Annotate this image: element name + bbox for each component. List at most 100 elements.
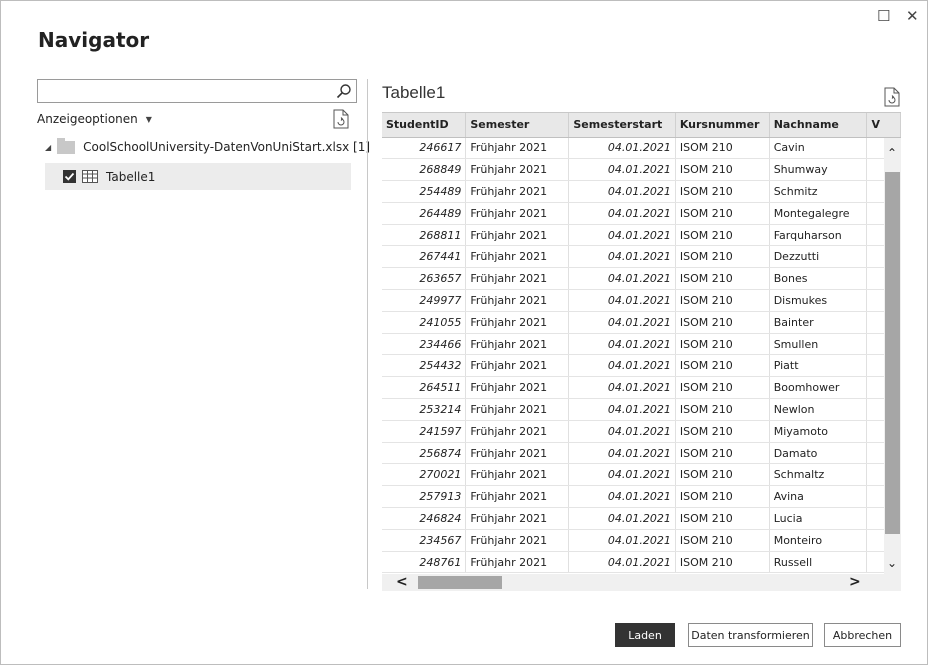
table-row: 270021 Frühjahr 2021 04.01.2021 ISOM 210 Sch… (382, 463, 901, 487)
search-icon[interactable] (336, 83, 352, 99)
scroll-up-icon[interactable]: ⌃ (887, 146, 897, 160)
table-cell: Miyamoto (769, 420, 868, 443)
table-row: 257913 Frühjahr 2021 04.01.2021 ISOM 210 Avi… (382, 485, 901, 509)
vertical-scroll-thumb[interactable] (885, 172, 900, 534)
table-cell: 249977 (382, 289, 467, 312)
table-row: 263657 Frühjahr 2021 04.01.2021 ISOM 210 Bon… (382, 267, 901, 291)
cancel-button[interactable]: Abbrechen (824, 623, 901, 647)
table-cell: Monteiro (769, 529, 868, 552)
scroll-left-icon[interactable]: < (396, 574, 408, 590)
table-row: 246824 Frühjahr 2021 04.01.2021 ISOM 210 Luc… (382, 507, 901, 530)
table-row: 234466 Frühjahr 2021 04.01.2021 ISOM 210 Smu… (382, 333, 901, 356)
table-cell: ISOM 210 (675, 245, 770, 269)
table-cell: Smullen (769, 333, 868, 356)
preview-table: StudentID Semester Semesterstart Kursnum… (382, 112, 901, 592)
table-cell: 246824 (382, 507, 467, 530)
table-cell: 270021 (382, 463, 467, 487)
scroll-right-icon[interactable]: > (849, 574, 861, 590)
vertical-scrollbar[interactable]: ⌃ ⌄ (884, 138, 901, 574)
table-cell: Frühjahr 2021 (465, 333, 570, 356)
table-cell: Frühjahr 2021 (465, 420, 570, 443)
table-cell: Shumway (769, 158, 868, 182)
table-cell: ISOM 210 (675, 289, 770, 312)
table-cell: Montegalegre (769, 202, 868, 225)
transform-data-button[interactable]: Daten transformieren (688, 623, 813, 647)
table-cell: ISOM 210 (675, 267, 770, 291)
table-cell: Farquharson (769, 224, 868, 247)
table-cell: Frühjahr 2021 (465, 398, 570, 421)
table-cell: ISOM 210 (675, 398, 770, 421)
table-cell: 04.01.2021 (568, 463, 676, 487)
table-cell: Frühjahr 2021 (465, 180, 570, 203)
tree-file-node[interactable]: ◢ CoolSchoolUniversity-DatenVonUniStart.… (45, 137, 370, 154)
table-row: 246617 Frühjahr 2021 04.01.2021 ISOM 210 Cav… (382, 137, 901, 160)
pane-divider[interactable] (367, 79, 368, 589)
table-row: 234567 Frühjahr 2021 04.01.2021 ISOM 210 Mon… (382, 529, 901, 552)
table-cell: 04.01.2021 (568, 529, 676, 552)
horizontal-scrollbar[interactable]: < > (382, 574, 901, 591)
table-cell: Frühjahr 2021 (465, 202, 570, 225)
table-cell: Frühjahr 2021 (465, 224, 570, 247)
maximize-button[interactable]: ☐ (877, 7, 890, 25)
table-row: 268811 Frühjahr 2021 04.01.2021 ISOM 210 Far… (382, 224, 901, 247)
table-cell: 246617 (382, 137, 467, 160)
search-input[interactable] (37, 79, 357, 103)
table-row: 268849 Frühjahr 2021 04.01.2021 ISOM 210 Shu… (382, 158, 901, 182)
table-cell: Bones (769, 267, 868, 291)
table-cell: 268811 (382, 224, 467, 247)
table-cell: Frühjahr 2021 (465, 551, 570, 574)
table-row: 267441 Frühjahr 2021 04.01.2021 ISOM 210 Dez… (382, 245, 901, 269)
table-cell: Cavin (769, 137, 868, 160)
table-cell: 04.01.2021 (568, 485, 676, 509)
table-cell: Frühjahr 2021 (465, 267, 570, 291)
table-cell: 04.01.2021 (568, 137, 676, 160)
table-cell: 04.01.2021 (568, 202, 676, 225)
table-cell: ISOM 210 (675, 551, 770, 574)
table-cell: Damato (769, 442, 868, 465)
table-cell: Avina (769, 485, 868, 509)
table-cell: 254489 (382, 180, 467, 203)
horizontal-scroll-thumb[interactable] (418, 576, 502, 589)
table-cell: Frühjahr 2021 (465, 485, 570, 509)
table-cell: Frühjahr 2021 (465, 529, 570, 552)
table-cell: ISOM 210 (675, 158, 770, 182)
load-button[interactable]: Laden (615, 623, 675, 647)
table-cell: ISOM 210 (675, 485, 770, 509)
table-cell: Frühjahr 2021 (465, 289, 570, 312)
table-cell: Frühjahr 2021 (465, 245, 570, 269)
table-cell: Dezzutti (769, 245, 868, 269)
column-header: V (866, 113, 901, 138)
table-cell: 04.01.2021 (568, 354, 676, 378)
table-cell: ISOM 210 (675, 137, 770, 160)
table-cell: Frühjahr 2021 (465, 376, 570, 400)
chevron-down-icon: ▼ (145, 114, 152, 124)
refresh-icon[interactable] (332, 109, 350, 129)
table-cell: 04.01.2021 (568, 333, 676, 356)
tree-item-tabelle1[interactable]: Tabelle1 (45, 163, 351, 190)
preview-title: Tabelle1 (382, 83, 446, 102)
table-cell: 234466 (382, 333, 467, 356)
dialog-title: Navigator (38, 28, 150, 52)
table-cell: 234567 (382, 529, 467, 552)
table-cell: 04.01.2021 (568, 398, 676, 421)
table-header-row: StudentID Semester Semesterstart Kursnum… (382, 113, 901, 138)
table-cell: ISOM 210 (675, 376, 770, 400)
table-cell: Russell (769, 551, 868, 574)
scroll-down-icon[interactable]: ⌄ (887, 556, 897, 570)
expand-triangle-icon[interactable]: ◢ (45, 143, 51, 152)
table-cell: 04.01.2021 (568, 442, 676, 465)
table-cell: 264489 (382, 202, 467, 225)
table-cell: ISOM 210 (675, 463, 770, 487)
column-header: Semesterstart (568, 113, 676, 138)
table-cell: 04.01.2021 (568, 376, 676, 400)
close-button[interactable]: ✕ (906, 7, 919, 25)
table-row: 241055 Frühjahr 2021 04.01.2021 ISOM 210 Bai… (382, 311, 901, 334)
refresh-icon[interactable] (883, 87, 901, 107)
table-cell: 268849 (382, 158, 467, 182)
table-row: 264511 Frühjahr 2021 04.01.2021 ISOM 210 Boo… (382, 376, 901, 400)
display-options-dropdown[interactable]: Anzeigeoptionen ▼ (37, 112, 152, 126)
checkbox-checked-icon[interactable] (63, 170, 76, 183)
table-cell: 04.01.2021 (568, 158, 676, 182)
table-cell: 04.01.2021 (568, 289, 676, 312)
table-cell: ISOM 210 (675, 224, 770, 247)
